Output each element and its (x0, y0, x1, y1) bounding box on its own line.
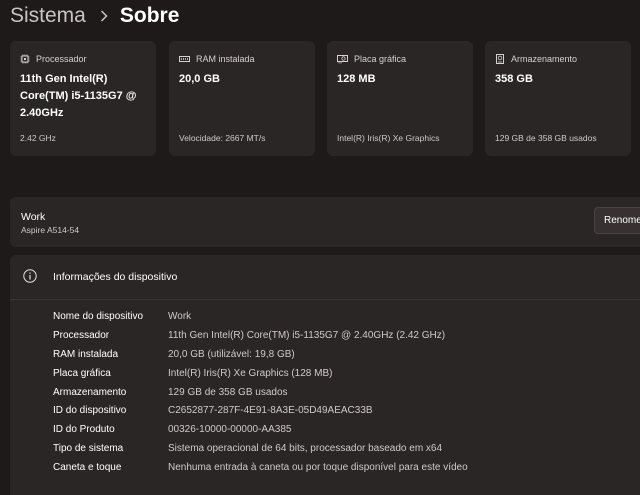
storage-icon (496, 54, 504, 64)
spec-row: Tipo de sistema Sistema operacional de 6… (53, 440, 442, 456)
spec-key: Armazenamento (53, 386, 127, 398)
spec-row: Nome do dispositivo Work (53, 308, 191, 324)
spec-row: Caneta e toque Nenhuma entrada à caneta … (53, 459, 468, 475)
card-ram-value: 20,0 GB (179, 73, 220, 85)
spec-value: Sistema operacional de 64 bits, processa… (168, 442, 443, 454)
spec-value: Intel(R) Iris(R) Xe Graphics (128 MB) (168, 367, 333, 379)
card-storage: Armazenamento 358 GB 129 GB de 358 GB us… (485, 41, 631, 156)
processor-icon (20, 54, 30, 64)
spec-key: Nome do dispositivo (53, 310, 144, 322)
spec-row: Placa gráfica Intel(R) Iris(R) Xe Graphi… (53, 365, 332, 381)
spec-value: 129 GB de 358 GB usados (168, 386, 288, 398)
spec-value: Nenhuma entrada à caneta ou por toque di… (168, 461, 468, 473)
page-title: Sobre (119, 4, 180, 27)
rename-pc-button[interactable]: Renomear este PC (594, 207, 640, 234)
card-storage-label: Armazenamento (511, 54, 578, 64)
card-processor-sub: 2.42 GHz (20, 133, 56, 143)
spec-row: Processador 11th Gen Intel(R) Core(TM) i… (53, 327, 445, 343)
device-specifications: Informações do dispositivo Nome do dispo… (10, 255, 640, 495)
graphics-card-icon (337, 55, 348, 64)
breadcrumb-parent[interactable]: Sistema (10, 4, 86, 28)
card-processor-label: Processador (36, 54, 87, 64)
spec-key: ID do Produto (53, 423, 115, 435)
spec-value: 11th Gen Intel(R) Core(TM) i5-1135G7 @ 2… (168, 329, 446, 341)
card-processor-value: 11th Gen Intel(R) Core(TM) i5-1135G7 @ 2… (20, 73, 137, 119)
ram-icon (179, 56, 190, 62)
spec-key: Caneta e toque (53, 461, 122, 473)
card-graphics: Placa gráfica 128 MB Intel(R) Iris(R) Xe… (327, 41, 473, 156)
spec-key: Tipo de sistema (53, 442, 124, 454)
chevron-right-icon (100, 10, 108, 22)
spec-key: RAM instalada (53, 348, 119, 360)
card-graphics-value: 128 MB (337, 73, 376, 85)
card-ram-sub: Velocidade: 2667 MT/s (179, 133, 266, 143)
spec-cards: Processador 11th Gen Intel(R) Core(TM) i… (10, 41, 640, 156)
device-name: Work (21, 211, 46, 223)
info-icon (23, 269, 37, 283)
spec-row: Armazenamento 129 GB de 358 GB usados (53, 384, 288, 400)
spec-row: RAM instalada 20,0 GB (utilizável: 19,8 … (53, 346, 295, 362)
spec-key: Placa gráfica (53, 367, 111, 379)
spec-row: ID do dispositivo C2652877-287F-4E91-8A3… (53, 402, 373, 418)
spec-key: Processador (53, 329, 110, 341)
spec-value: Work (168, 310, 192, 322)
spec-value: 00326-10000-00000-AA385 (168, 423, 292, 435)
card-storage-sub: 129 GB de 358 GB usados (495, 133, 597, 143)
device-specs-header[interactable]: Informações do dispositivo (10, 255, 640, 300)
device-specs-title: Informações do dispositivo (53, 271, 178, 283)
spec-row: ID do Produto 00326-10000-00000-AA385 (53, 421, 291, 437)
spec-value: 20,0 GB (utilizável: 19,8 GB) (168, 348, 295, 360)
card-processor: Processador 11th Gen Intel(R) Core(TM) i… (10, 41, 156, 156)
card-storage-value: 358 GB (495, 73, 533, 85)
card-ram: RAM instalada 20,0 GB Velocidade: 2667 M… (169, 41, 315, 156)
card-graphics-label: Placa gráfica (354, 54, 407, 64)
breadcrumb: Sistema Sobre (10, 2, 179, 30)
spec-value: C2652877-287F-4E91-8A3E-05D49AEAC33B (168, 404, 373, 416)
card-ram-label: RAM instalada (196, 54, 255, 64)
device-model: Aspire A514-54 (21, 225, 80, 235)
card-graphics-sub: Intel(R) Iris(R) Xe Graphics (337, 133, 440, 143)
device-name-bar: Work Aspire A514-54 Renomear este PC (10, 197, 640, 247)
spec-key: ID do dispositivo (53, 404, 127, 416)
